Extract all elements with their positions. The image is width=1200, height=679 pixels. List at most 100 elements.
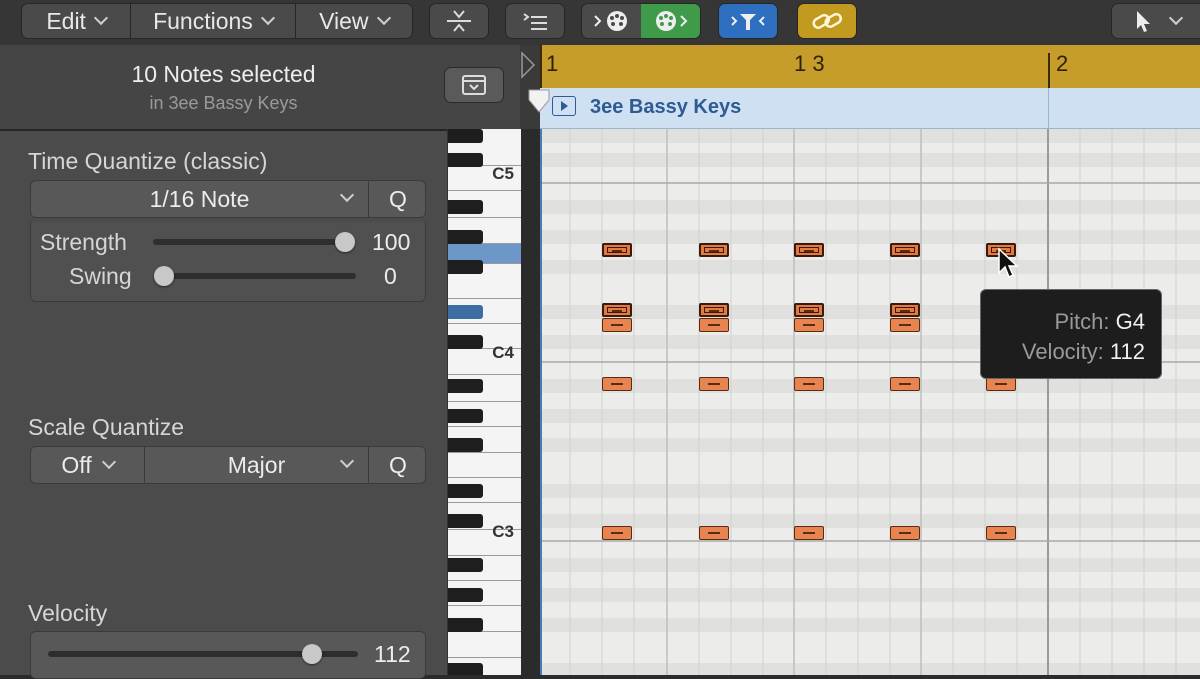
- midi-note[interactable]: [890, 243, 920, 257]
- ruler-spacer: [520, 45, 540, 129]
- strength-slider-track[interactable]: [153, 239, 345, 245]
- midi-note[interactable]: [602, 243, 632, 257]
- midi-note[interactable]: [699, 318, 729, 332]
- bar-1-label: 1: [546, 51, 558, 77]
- black-key[interactable]: [448, 379, 483, 393]
- scale-root-text: Off: [61, 452, 91, 479]
- swing-slider-thumb[interactable]: [154, 266, 174, 286]
- midi-note[interactable]: [986, 377, 1016, 391]
- scale-q-label: Q: [389, 452, 407, 479]
- black-key[interactable]: [448, 409, 483, 423]
- piano-key[interactable]: [448, 453, 521, 478]
- swing-slider-track[interactable]: [156, 273, 356, 279]
- velocity-value: 112: [374, 641, 411, 668]
- timeline-ruler[interactable]: 1 1 3 2: [540, 45, 1200, 88]
- black-key[interactable]: [448, 663, 483, 675]
- midi-note[interactable]: [794, 318, 824, 332]
- c4-key-label: C4: [492, 343, 514, 363]
- pointer-tool-icon: [1131, 8, 1155, 34]
- functions-menu[interactable]: Functions: [131, 4, 295, 38]
- midi-note[interactable]: [602, 303, 632, 317]
- selection-title: 10 Notes selected: [0, 61, 447, 88]
- scale-type-dropdown[interactable]: Major: [145, 447, 369, 483]
- strength-value: 100: [372, 229, 410, 256]
- chevron-down-icon: [376, 11, 390, 25]
- piano-roll-grid[interactable]: [540, 129, 1200, 675]
- midi-note[interactable]: [794, 377, 824, 391]
- list-icon: [520, 8, 550, 34]
- black-key[interactable]: [448, 200, 483, 214]
- region-play-icon: [552, 96, 576, 116]
- scale-q-button[interactable]: Q: [369, 447, 427, 483]
- black-key[interactable]: [448, 484, 483, 498]
- bar-1-tick: [540, 45, 542, 88]
- scale-quantize-controls: Off Major Q: [30, 446, 426, 484]
- catch-playhead-button[interactable]: [718, 3, 778, 39]
- strength-slider-thumb[interactable]: [335, 232, 355, 252]
- edit-menu[interactable]: Edit: [22, 4, 131, 38]
- black-key[interactable]: [448, 588, 483, 602]
- black-key[interactable]: [448, 260, 483, 274]
- black-key[interactable]: [448, 129, 483, 143]
- link-icon: [809, 8, 845, 34]
- playhead-icon[interactable]: [527, 88, 551, 114]
- black-key[interactable]: [448, 335, 483, 349]
- collapse-button[interactable]: [429, 3, 489, 39]
- bar-2-tick: [1048, 53, 1050, 88]
- catch-icon: [728, 8, 768, 34]
- midi-note[interactable]: [794, 526, 824, 540]
- black-key[interactable]: [448, 438, 483, 452]
- tooltip-velocity-row: Velocity: 112: [1022, 339, 1145, 365]
- view-menu[interactable]: View: [296, 4, 412, 38]
- midi-note[interactable]: [794, 303, 824, 317]
- region-header[interactable]: 3ee Bassy Keys: [540, 88, 1200, 129]
- black-key[interactable]: [448, 618, 483, 632]
- midi-note[interactable]: [986, 526, 1016, 540]
- chevron-down-icon: [1169, 11, 1183, 25]
- scale-type-text: Major: [228, 452, 286, 479]
- midi-note[interactable]: [699, 526, 729, 540]
- midi-note[interactable]: [890, 377, 920, 391]
- inspector-panel: [0, 45, 447, 675]
- left-locator-icon: [520, 45, 540, 129]
- midi-note[interactable]: [699, 243, 729, 257]
- midi-note[interactable]: [890, 318, 920, 332]
- quantize-value-dropdown[interactable]: 1/16 Note: [31, 181, 369, 217]
- piano-key[interactable]: [448, 632, 521, 658]
- midi-toggle-group: [581, 3, 701, 39]
- midi-in-button[interactable]: [582, 4, 641, 38]
- panel-icon: [461, 74, 487, 96]
- inspector-collapse-button[interactable]: [444, 67, 504, 103]
- black-key[interactable]: [448, 514, 483, 528]
- midi-note[interactable]: [602, 377, 632, 391]
- menu-group: Edit Functions View: [21, 3, 413, 39]
- toolbar: Edit Functions View: [0, 0, 1200, 46]
- black-key-highlighted[interactable]: [448, 305, 483, 319]
- midi-note[interactable]: [794, 243, 824, 257]
- scale-root-dropdown[interactable]: Off: [31, 447, 145, 483]
- chevron-down-icon: [261, 11, 275, 25]
- midi-out-button[interactable]: [641, 4, 700, 38]
- bar-2-label: 2: [1056, 51, 1068, 77]
- quantize-q-button[interactable]: Q: [369, 181, 427, 217]
- black-key[interactable]: [448, 153, 483, 167]
- midi-note[interactable]: [602, 318, 632, 332]
- link-button[interactable]: [797, 3, 857, 39]
- piano-keyboard[interactable]: C5 C4 C3: [447, 129, 521, 675]
- velocity-slider-thumb[interactable]: [302, 644, 322, 664]
- midi-note[interactable]: [699, 303, 729, 317]
- midi-note[interactable]: [890, 526, 920, 540]
- quantize-q-label: Q: [389, 186, 407, 213]
- midi-out-icon: [651, 8, 691, 34]
- bar-1-3-label: 1 3: [794, 51, 825, 77]
- list-button[interactable]: [505, 3, 565, 39]
- bar-2-divider: [1048, 88, 1049, 129]
- black-key[interactable]: [448, 558, 483, 572]
- midi-note[interactable]: [699, 377, 729, 391]
- tool-menu[interactable]: [1111, 3, 1200, 39]
- midi-note[interactable]: [890, 303, 920, 317]
- midi-note[interactable]: [602, 526, 632, 540]
- functions-menu-label: Functions: [153, 8, 253, 35]
- black-key[interactable]: [448, 230, 483, 244]
- time-quantize-label: Time Quantize (classic): [28, 148, 267, 175]
